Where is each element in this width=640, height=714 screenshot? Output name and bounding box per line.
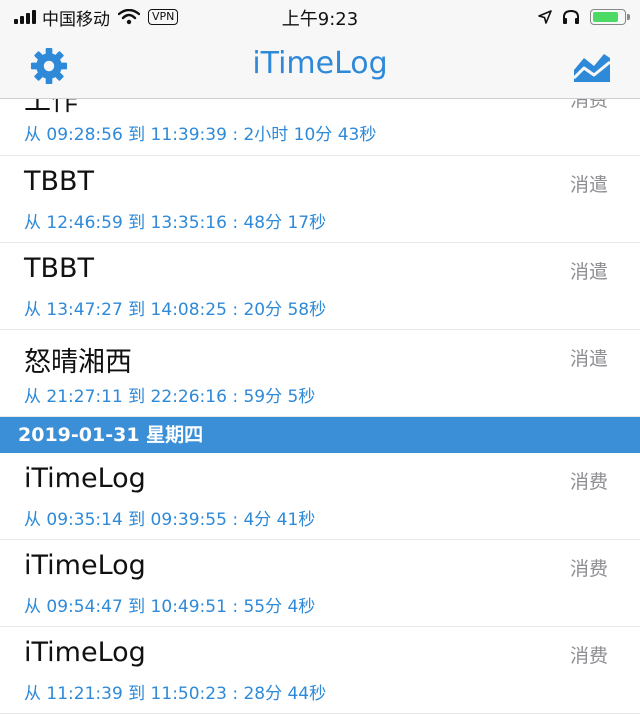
item-category: 消遣 — [569, 174, 608, 196]
list-item[interactable]: iTimeLog 消费 从 09:54:47 到 10:49:51 : 55分 … — [0, 540, 640, 627]
location-icon — [538, 10, 552, 24]
nav-bar: iTimeLog — [0, 34, 640, 99]
item-category: 消遣 — [569, 261, 608, 283]
list-item[interactable]: iTimeLog 消费 从 09:35:14 到 09:39:55 : 4分 4… — [0, 453, 640, 540]
headphones-icon — [563, 9, 579, 24]
item-time-range: 从 09:54:47 到 10:49:51 : 55分 4秒 — [24, 597, 316, 617]
item-category: 消费 — [569, 99, 608, 111]
item-title: TBBT — [24, 166, 95, 197]
battery-level — [593, 12, 618, 22]
list-item[interactable]: TBBT 消遣 从 12:46:59 到 13:35:16 : 48分 17秒 — [0, 156, 640, 243]
item-title: 怒晴湘西 — [24, 347, 132, 378]
battery-icon — [590, 9, 630, 25]
item-title: iTimeLog — [24, 637, 146, 668]
item-time-range: 从 09:35:14 到 09:39:55 : 4分 41秒 — [24, 510, 316, 530]
page-title: iTimeLog — [252, 46, 388, 81]
item-title: iTimeLog — [24, 463, 146, 494]
item-title: iTimeLog — [24, 550, 146, 581]
chart-icon[interactable] — [572, 48, 612, 84]
time-log-list: 工作 消费 从 09:28:56 到 11:39:39 : 2小时 10分 43… — [0, 99, 640, 714]
date-section-header: 2019-01-31 星期四 — [0, 417, 640, 453]
list-item[interactable]: 工作 消费 从 09:28:56 到 11:39:39 : 2小时 10分 43… — [0, 99, 640, 156]
item-category: 消遣 — [569, 348, 608, 370]
item-time-range: 从 09:28:56 到 11:39:39 : 2小时 10分 43秒 — [24, 125, 377, 145]
list-item[interactable]: 怒晴湘西 消遣 从 21:27:11 到 22:26:16 : 59分 5秒 — [0, 330, 640, 417]
item-time-range: 从 12:46:59 到 13:35:16 : 48分 17秒 — [24, 213, 327, 233]
item-time-range: 从 21:27:11 到 22:26:16 : 59分 5秒 — [24, 387, 316, 407]
item-category: 消费 — [569, 645, 608, 667]
item-category: 消费 — [569, 471, 608, 493]
list-item[interactable]: TBBT 消遣 从 13:47:27 到 14:08:25 : 20分 58秒 — [0, 243, 640, 330]
item-time-range: 从 11:21:39 到 11:50:23 : 28分 44秒 — [24, 684, 327, 704]
status-right — [538, 7, 630, 27]
item-time-range: 从 13:47:27 到 14:08:25 : 20分 58秒 — [24, 300, 327, 320]
list-item[interactable]: iTimeLog 消费 从 11:21:39 到 11:50:23 : 28分 … — [0, 627, 640, 714]
item-category: 消费 — [569, 558, 608, 580]
item-title: 工作 — [24, 99, 78, 117]
status-bar: 中国移动 VPN 上午9:23 — [0, 0, 640, 34]
item-title: TBBT — [24, 253, 95, 284]
